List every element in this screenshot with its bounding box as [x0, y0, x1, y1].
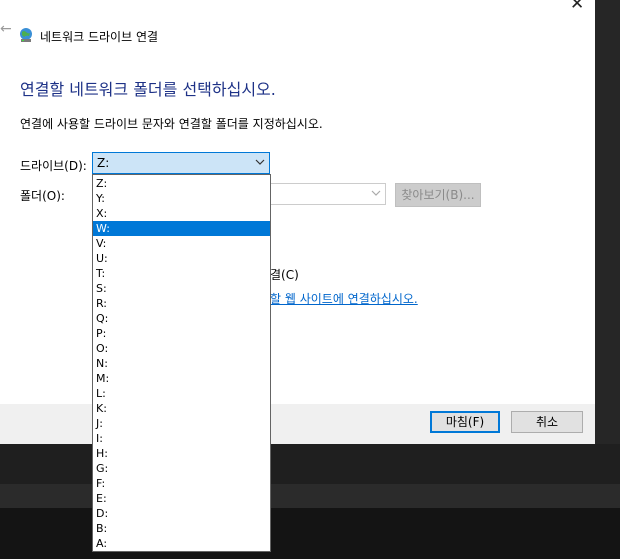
drive-option[interactable]: P:: [93, 326, 270, 341]
browse-button[interactable]: 찾아보기(B)...: [395, 183, 481, 207]
title-bar: [0, 0, 595, 28]
drive-option[interactable]: N:: [93, 356, 270, 371]
drive-option[interactable]: G:: [93, 461, 270, 476]
drive-option[interactable]: V:: [93, 236, 270, 251]
drive-option[interactable]: K:: [93, 401, 270, 416]
drive-option[interactable]: M:: [93, 371, 270, 386]
website-link[interactable]: 할 웹 사이트에 연결하십시오.: [270, 290, 418, 307]
drive-option[interactable]: R:: [93, 296, 270, 311]
drive-option[interactable]: D:: [93, 506, 270, 521]
map-network-drive-dialog: ← 네트워크 드라이브 연결 ✕ 연결할 네트워크 폴더를 선택하십시오. 연결…: [0, 0, 595, 444]
drive-option[interactable]: Q:: [93, 311, 270, 326]
drive-option[interactable]: A:: [93, 536, 270, 551]
drive-select-value: Z:: [97, 156, 110, 170]
drive-select[interactable]: Z:: [92, 152, 270, 174]
close-icon[interactable]: ✕: [570, 0, 584, 14]
page-description: 연결에 사용할 드라이브 문자와 연결할 폴더를 지정하십시오.: [20, 117, 323, 131]
cancel-button[interactable]: 취소: [511, 411, 583, 433]
window-title: 네트워크 드라이브 연결: [40, 30, 159, 44]
chevron-down-icon: [371, 190, 381, 196]
drive-option[interactable]: U:: [93, 251, 270, 266]
folder-input[interactable]: [268, 183, 386, 205]
background-window-edge: [595, 0, 620, 444]
drive-option[interactable]: L:: [93, 386, 270, 401]
drive-option[interactable]: B:: [93, 521, 270, 536]
drive-option[interactable]: E:: [93, 491, 270, 506]
dialog-footer: [0, 404, 595, 444]
drive-option[interactable]: T:: [93, 266, 270, 281]
drive-option[interactable]: H:: [93, 446, 270, 461]
drive-option[interactable]: J:: [93, 416, 270, 431]
drive-option[interactable]: Y:: [93, 191, 270, 206]
drive-option[interactable]: O:: [93, 341, 270, 356]
reconnect-checkbox-label[interactable]: 결(C): [270, 266, 299, 283]
drive-option[interactable]: S:: [93, 281, 270, 296]
finish-button[interactable]: 마침(F): [430, 411, 500, 433]
drive-option[interactable]: F:: [93, 476, 270, 491]
drive-option[interactable]: I:: [93, 431, 270, 446]
drive-option[interactable]: Z:: [93, 176, 270, 191]
chevron-down-icon: [255, 159, 265, 165]
drive-label: 드라이브(D):: [20, 159, 87, 173]
drive-option[interactable]: X:: [93, 206, 270, 221]
back-arrow-icon[interactable]: ←: [0, 22, 12, 36]
drive-dropdown-list[interactable]: Z: Y: X: W: V: U: T: S: R: Q: P: O: N: M: L: K: J: I: H: G:…: [92, 174, 271, 552]
drive-option[interactable]: W:: [93, 221, 270, 236]
page-heading: 연결할 네트워크 폴더를 선택하십시오.: [20, 80, 276, 99]
folder-label: 폴더(O):: [20, 189, 65, 203]
network-drive-icon: [20, 28, 32, 42]
